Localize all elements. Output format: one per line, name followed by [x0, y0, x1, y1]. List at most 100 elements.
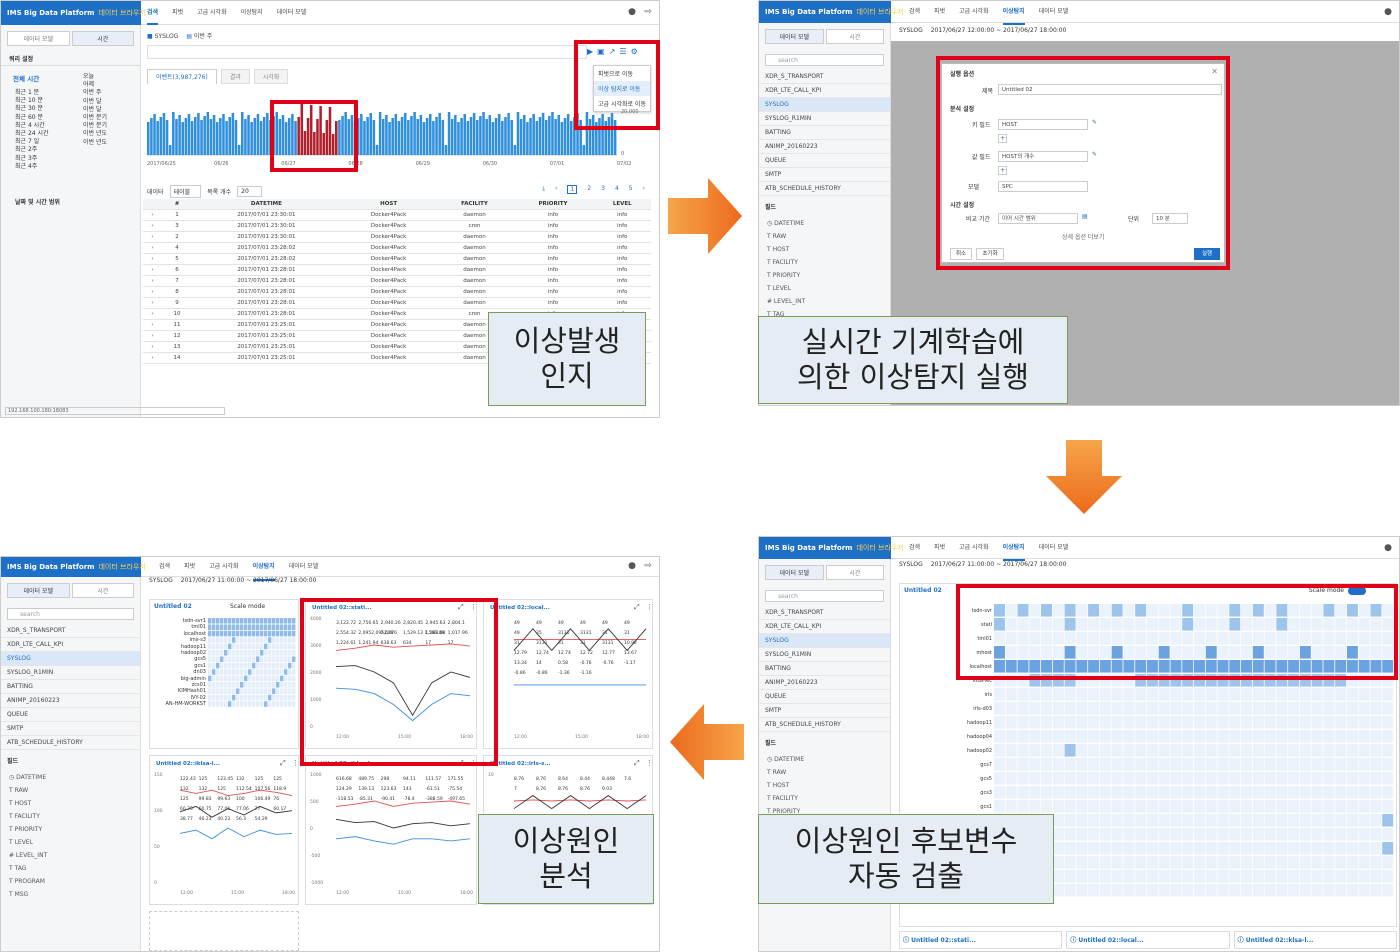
expand-row-icon[interactable]: ›: [143, 308, 162, 320]
dataset-list-item[interactable]: SYSLOG: [1, 652, 140, 666]
tab-viz[interactable]: 시각화: [253, 69, 289, 84]
query-input[interactable]: [147, 45, 587, 59]
dataset-list-item[interactable]: BATTING: [759, 126, 890, 140]
tab-time[interactable]: 시간: [825, 565, 884, 580]
tab-data-model[interactable]: 데이터 모델: [7, 31, 70, 46]
dataset-list-item[interactable]: ATB_SCHEDULE_HISTORY: [759, 718, 890, 732]
field-item[interactable]: T PRIORITY: [759, 269, 890, 282]
time-preset-item[interactable]: 최근 60 분: [15, 114, 49, 122]
expand-row-icon[interactable]: ›: [143, 330, 162, 342]
field-item[interactable]: T PROGRAM: [1, 875, 140, 888]
table-row[interactable]: › 1 2017/07/01 23:30:01 Docker4Pack daemon in…: [143, 209, 651, 221]
expand-row-icon[interactable]: ›: [143, 341, 162, 353]
time-preset-item[interactable]: 최근 30 분: [15, 105, 49, 113]
expand-row-icon[interactable]: ›: [143, 209, 162, 221]
column-header[interactable]: HOST: [340, 199, 437, 210]
dataset-list-item[interactable]: ANIMP_20160223: [1, 694, 140, 708]
field-item[interactable]: T FACILITY: [1, 810, 140, 823]
time-period-item[interactable]: 오늘: [83, 73, 107, 81]
brand-logo[interactable]: IMS Big Data Platform 데이터 브라우저: [1, 1, 146, 25]
crumb-time[interactable]: 2017/06/27 11:00:00 ~ 2017/06/27 18:00:0…: [931, 561, 1067, 568]
expand-row-icon[interactable]: ›: [143, 242, 162, 254]
dataset-list-item[interactable]: SYSLOG: [759, 634, 890, 648]
dataset-list-item[interactable]: SMTP: [1, 722, 140, 736]
tab-events[interactable]: 이벤트(3,987,276): [147, 69, 217, 84]
dataset-list-item[interactable]: QUEUE: [759, 690, 890, 704]
dataset-list-item[interactable]: XDR_S_TRANSPORT: [759, 70, 890, 84]
nav-anomaly[interactable]: 이상탐지: [241, 1, 263, 25]
table-row[interactable]: › 5 2017/07/01 23:28:02 Docker4Pack daemon in…: [143, 253, 651, 265]
expand-row-icon[interactable]: ›: [143, 253, 162, 265]
table-row[interactable]: › 8 2017/07/01 23:28:01 Docker4Pack daemon in…: [143, 286, 651, 298]
mini-card-title[interactable]: ⓘ Untitled 02::stati...: [899, 931, 1063, 949]
time-period-item[interactable]: 이번 달: [83, 106, 107, 114]
logout-icon[interactable]: ⇨: [643, 561, 653, 571]
dataset-list-item[interactable]: SMTP: [759, 704, 890, 718]
nav-data-model[interactable]: 데이터 모델: [1039, 537, 1069, 561]
column-header[interactable]: #: [161, 199, 193, 210]
dataset-list-item[interactable]: ANIMP_20160223: [759, 140, 890, 154]
dataset-list-item[interactable]: QUEUE: [759, 154, 890, 168]
nav-pivot[interactable]: 피벗: [934, 1, 945, 25]
dataset-list-item[interactable]: ATB_SCHEDULE_HISTORY: [759, 182, 890, 196]
expand-row-icon[interactable]: ›: [143, 286, 162, 298]
page-number[interactable]: 5: [629, 185, 633, 194]
field-item[interactable]: T PRIORITY: [1, 823, 140, 836]
page-number[interactable]: 4: [615, 185, 619, 194]
user-icon[interactable]: ●: [1383, 543, 1393, 553]
field-item[interactable]: T FACILITY: [759, 792, 890, 805]
dataset-list-item[interactable]: QUEUE: [1, 708, 140, 722]
logout-icon[interactable]: ⇨: [643, 7, 653, 17]
dataset-list-item[interactable]: XDR_LTE_CALL_KPI: [759, 84, 890, 98]
field-item[interactable]: ◷ DATETIME: [759, 217, 890, 230]
expand-row-icon[interactable]: ›: [143, 220, 162, 232]
time-preset-item[interactable]: 최근 2주: [15, 146, 49, 154]
nav-advanced-viz[interactable]: 고급 시각화: [959, 537, 989, 561]
query-settings-header[interactable]: 쿼리 설정: [1, 52, 140, 66]
nav-search[interactable]: 검색: [909, 1, 920, 25]
table-row[interactable]: › 7 2017/07/01 23:28:01 Docker4Pack daemon in…: [143, 275, 651, 287]
table-row[interactable]: › 6 2017/07/01 23:28:01 Docker4Pack daemon in…: [143, 264, 651, 276]
field-item[interactable]: T HOST: [759, 243, 890, 256]
page-number[interactable]: 2: [587, 185, 591, 194]
crumb-dataset[interactable]: SYSLOG: [899, 561, 923, 568]
dataset-list-item[interactable]: BATTING: [759, 662, 890, 676]
dataset-list-item[interactable]: SYSLOG_R1MIN: [759, 112, 890, 126]
column-header[interactable]: DATETIME: [192, 199, 341, 210]
table-row[interactable]: › 4 2017/07/01 23:28:02 Docker4Pack daemon in…: [143, 242, 651, 254]
column-header[interactable]: FACILITY: [436, 199, 513, 210]
time-preset-item[interactable]: 최근 3주: [15, 155, 49, 163]
next-page-icon[interactable]: ›: [643, 185, 645, 194]
dataset-list-item[interactable]: SYSLOG: [759, 98, 890, 112]
search-input[interactable]: search: [765, 590, 884, 602]
field-item[interactable]: T HOST: [759, 779, 890, 792]
expand-row-icon[interactable]: ›: [143, 352, 162, 364]
crumb-dataset[interactable]: SYSLOG: [899, 27, 923, 34]
nav-advanced-viz[interactable]: 고급 시각화: [197, 1, 227, 25]
dataset-list-item[interactable]: SMTP: [759, 168, 890, 182]
brand-logo[interactable]: IMS Big Data Platform 데이터 브라우저: [759, 1, 904, 23]
dataset-list-item[interactable]: ANIMP_20160223: [759, 676, 890, 690]
field-item[interactable]: ◷ DATETIME: [759, 753, 890, 766]
field-item[interactable]: # LEVEL_INT: [759, 295, 890, 308]
time-period-item[interactable]: 이번 달: [83, 98, 107, 106]
tab-time[interactable]: 시간: [71, 31, 134, 46]
time-preset-item[interactable]: 최근 1 분: [15, 89, 49, 97]
table-row[interactable]: › 3 2017/07/01 23:30:01 Docker4Pack cron info…: [143, 220, 651, 232]
nav-advanced-viz[interactable]: 고급 시각화: [959, 1, 989, 25]
count-select[interactable]: 20: [237, 186, 262, 197]
table-row[interactable]: › 2 2017/07/01 23:30:01 Docker4Pack daemon in…: [143, 231, 651, 243]
dataset-list-item[interactable]: BATTING: [1, 680, 140, 694]
nav-data-model[interactable]: 데이터 모델: [1039, 1, 1069, 25]
expand-row-icon[interactable]: ›: [143, 275, 162, 287]
prev-page-icon[interactable]: ‹: [555, 185, 557, 194]
field-item[interactable]: ◷ DATETIME: [1, 771, 140, 784]
dataset-list-item[interactable]: XDR_S_TRANSPORT: [1, 624, 140, 638]
crumb-time[interactable]: 2017/06/27 11:00:00 ~ 2017/06/27 18:00:0…: [181, 577, 317, 584]
field-item[interactable]: T LEVEL: [1, 836, 140, 849]
user-icon[interactable]: ●: [627, 561, 637, 571]
field-item[interactable]: T RAW: [1, 784, 140, 797]
user-icon[interactable]: ●: [1383, 7, 1393, 17]
brand-logo[interactable]: IMS Big Data Platform 데이터 브라우저: [759, 537, 904, 559]
field-item[interactable]: T MSG: [1, 888, 140, 901]
